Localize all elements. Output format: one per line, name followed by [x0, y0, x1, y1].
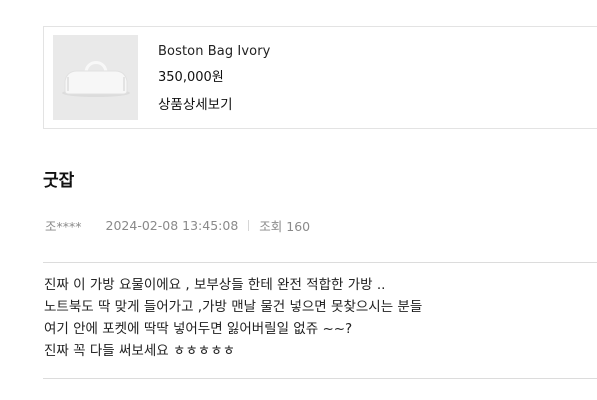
review-body: 진짜 이 가방 요물이에요 , 보부상들 한테 완전 적합한 가방 .. 노트북…	[44, 274, 422, 362]
review-date: 2024-02-08 13:45:08	[105, 218, 239, 233]
product-detail-link[interactable]: 상품상세보기	[158, 93, 233, 113]
review-body-line: 노트북도 딱 맞게 들어가고 ,가방 맨날 물건 넣으면 못찾으시는 분들	[44, 299, 423, 315]
review-body-line: 진짜 꼭 다들 써보세요 ㅎㅎㅎㅎㅎ	[44, 343, 236, 359]
review-meta: 조**** 2024-02-08 13:45:08 조회 160	[45, 216, 310, 235]
review-views: 조회 160	[259, 219, 311, 234]
divider-top	[43, 262, 597, 263]
divider-bottom	[43, 378, 597, 379]
product-thumbnail[interactable]	[53, 35, 138, 120]
product-card: Boston Bag Ivory 350,000원 상품상세보기	[43, 26, 597, 129]
bag-image-icon	[53, 35, 138, 120]
review-author: 조****	[45, 219, 82, 234]
review-body-line: 진짜 이 가방 요물이에요 , 보부상들 한테 완전 적합한 가방 ..	[44, 277, 386, 293]
meta-separator	[248, 220, 250, 231]
review-body-line: 여기 안에 포켓에 딱딱 넣어두면 잃어버릴일 없쥬 ~~?	[44, 321, 353, 337]
review-title: 굿잡	[43, 171, 75, 191]
product-price: 350,000원	[158, 70, 224, 85]
product-name[interactable]: Boston Bag Ivory	[158, 44, 270, 59]
